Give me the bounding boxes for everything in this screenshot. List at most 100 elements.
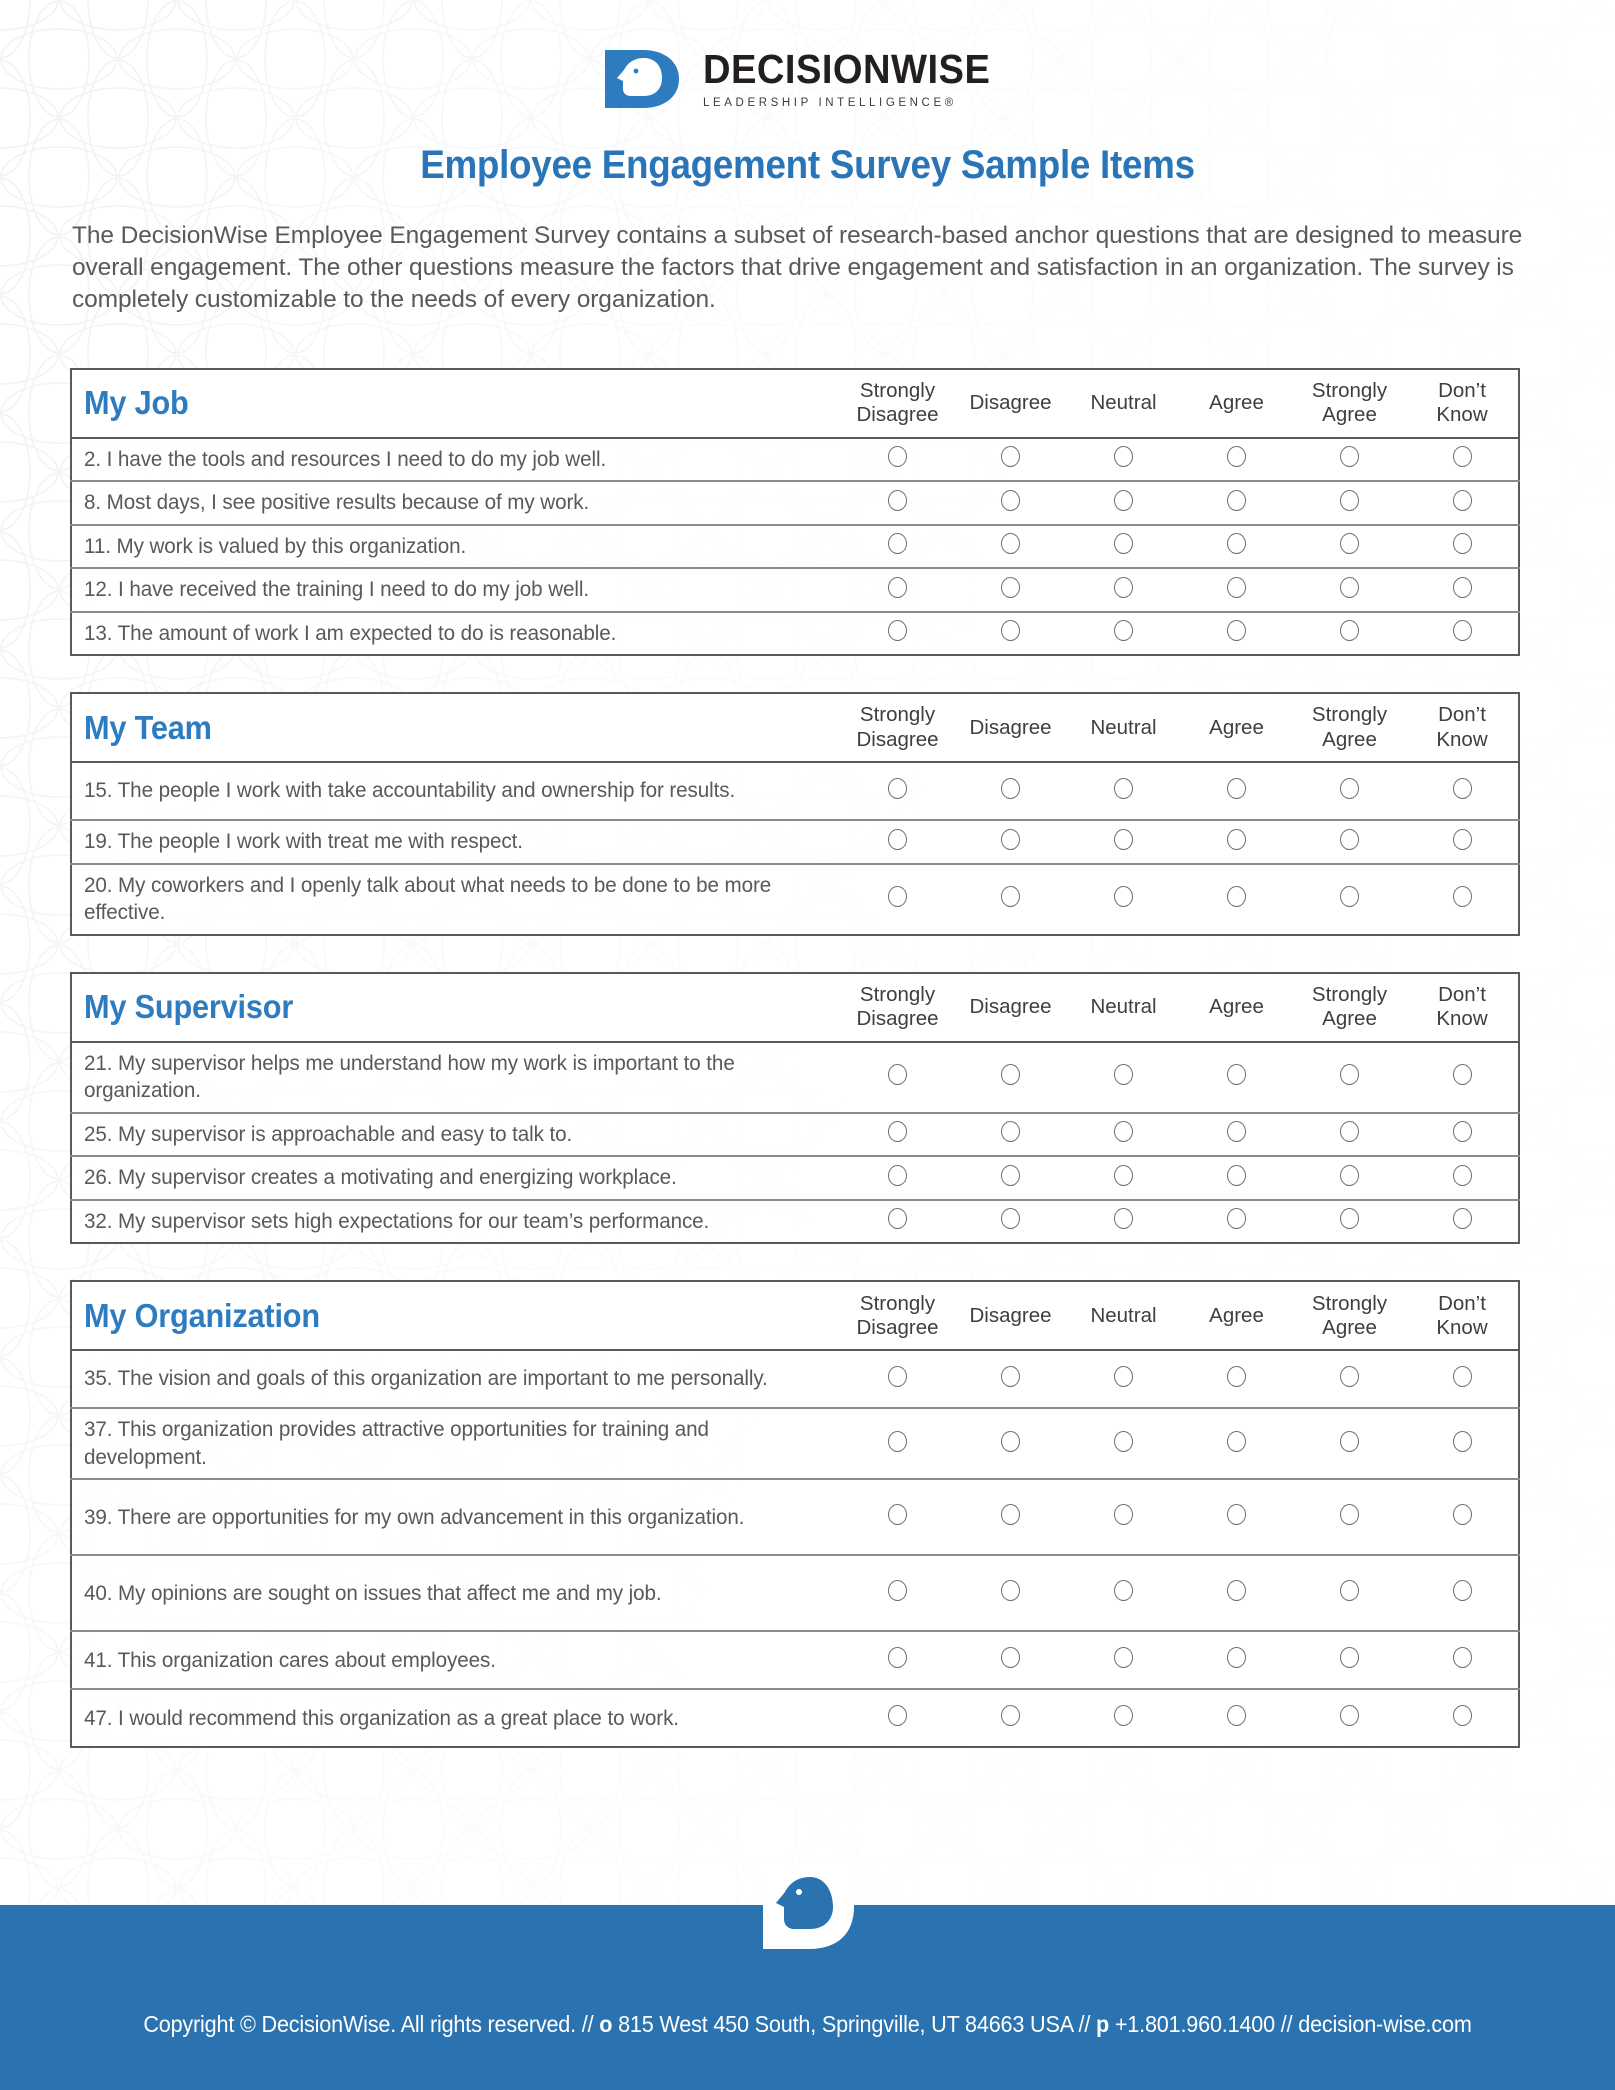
radio-cell-3[interactable] (1180, 1198, 1293, 1244)
radio-button-3[interactable] (1227, 1580, 1246, 1602)
radio-cell-1[interactable] (954, 1198, 1067, 1244)
radio-cell-0[interactable] (841, 1040, 954, 1113)
radio-button-2[interactable] (1114, 1580, 1133, 1602)
radio-button-2[interactable] (1114, 778, 1133, 800)
radio-cell-3[interactable] (1180, 1688, 1293, 1748)
radio-button-4[interactable] (1340, 1064, 1359, 1086)
radio-button-0[interactable] (888, 886, 907, 908)
radio-cell-1[interactable] (954, 1407, 1067, 1480)
radio-cell-0[interactable] (841, 480, 954, 525)
radio-button-4[interactable] (1340, 1366, 1359, 1388)
radio-button-3[interactable] (1227, 489, 1246, 511)
radio-button-1[interactable] (1001, 886, 1020, 908)
radio-cell-2[interactable] (1067, 1630, 1180, 1690)
radio-cell-3[interactable] (1180, 862, 1293, 935)
radio-button-1[interactable] (1001, 576, 1020, 598)
radio-button-2[interactable] (1114, 446, 1133, 468)
radio-button-2[interactable] (1114, 1064, 1133, 1086)
radio-button-0[interactable] (888, 828, 907, 850)
radio-button-5[interactable] (1452, 576, 1472, 598)
radio-cell-3[interactable] (1180, 761, 1293, 821)
radio-button-0[interactable] (888, 620, 907, 642)
radio-button-1[interactable] (1001, 778, 1020, 800)
radio-button-1[interactable] (1001, 1430, 1020, 1452)
radio-button-2[interactable] (1114, 1164, 1133, 1186)
radio-button-5[interactable] (1452, 1064, 1472, 1086)
radio-button-5[interactable] (1452, 1580, 1472, 1602)
radio-button-0[interactable] (888, 576, 907, 598)
radio-cell-1[interactable] (954, 1630, 1067, 1690)
radio-cell-0[interactable] (841, 1198, 954, 1244)
radio-button-4[interactable] (1340, 1504, 1359, 1526)
radio-cell-0[interactable] (841, 862, 954, 935)
radio-button-3[interactable] (1227, 576, 1246, 598)
radio-cell-1[interactable] (954, 1554, 1067, 1632)
radio-button-2[interactable] (1114, 489, 1133, 511)
radio-button-4[interactable] (1340, 778, 1359, 800)
radio-button-2[interactable] (1114, 886, 1133, 908)
radio-cell-0[interactable] (841, 819, 954, 864)
radio-cell-3[interactable] (1180, 1040, 1293, 1113)
radio-cell-0[interactable] (841, 1111, 954, 1157)
radio-cell-2[interactable] (1067, 567, 1180, 612)
radio-button-0[interactable] (888, 1208, 907, 1230)
radio-cell-2[interactable] (1067, 761, 1180, 821)
radio-cell-1[interactable] (954, 1688, 1067, 1748)
radio-cell-5[interactable] (1406, 1040, 1519, 1113)
radio-cell-3[interactable] (1180, 480, 1293, 525)
radio-button-0[interactable] (888, 1580, 907, 1602)
radio-button-3[interactable] (1227, 533, 1246, 555)
radio-button-4[interactable] (1340, 1164, 1359, 1186)
radio-cell-3[interactable] (1180, 610, 1293, 656)
radio-button-5[interactable] (1452, 1430, 1472, 1452)
radio-button-5[interactable] (1452, 533, 1472, 555)
radio-button-4[interactable] (1340, 620, 1359, 642)
radio-cell-1[interactable] (954, 523, 1067, 569)
radio-cell-1[interactable] (954, 862, 1067, 935)
radio-cell-2[interactable] (1067, 1478, 1180, 1556)
radio-cell-0[interactable] (841, 1407, 954, 1480)
radio-button-1[interactable] (1001, 1208, 1020, 1230)
radio-cell-1[interactable] (954, 1111, 1067, 1157)
radio-button-2[interactable] (1114, 828, 1133, 850)
radio-button-1[interactable] (1001, 446, 1020, 468)
radio-cell-4[interactable] (1293, 610, 1406, 656)
radio-cell-2[interactable] (1067, 1155, 1180, 1200)
radio-cell-5[interactable] (1406, 1688, 1519, 1748)
radio-button-3[interactable] (1227, 1064, 1246, 1086)
radio-cell-0[interactable] (841, 523, 954, 569)
radio-cell-3[interactable] (1180, 1111, 1293, 1157)
radio-button-5[interactable] (1452, 1647, 1472, 1669)
radio-cell-3[interactable] (1180, 523, 1293, 569)
radio-button-4[interactable] (1340, 1647, 1359, 1669)
radio-button-0[interactable] (888, 1504, 907, 1526)
radio-cell-0[interactable] (841, 436, 954, 482)
radio-button-0[interactable] (888, 1121, 907, 1143)
radio-cell-5[interactable] (1406, 1630, 1519, 1690)
radio-button-2[interactable] (1114, 1366, 1133, 1388)
radio-button-5[interactable] (1452, 1504, 1472, 1526)
radio-cell-3[interactable] (1180, 1554, 1293, 1632)
radio-button-5[interactable] (1452, 620, 1472, 642)
radio-button-4[interactable] (1340, 533, 1359, 555)
radio-cell-5[interactable] (1406, 1198, 1519, 1244)
radio-cell-4[interactable] (1293, 1349, 1406, 1409)
radio-cell-2[interactable] (1067, 436, 1180, 482)
radio-cell-1[interactable] (954, 480, 1067, 525)
radio-cell-4[interactable] (1293, 436, 1406, 482)
radio-cell-0[interactable] (841, 1630, 954, 1690)
radio-cell-4[interactable] (1293, 1198, 1406, 1244)
radio-cell-0[interactable] (841, 610, 954, 656)
radio-cell-2[interactable] (1067, 523, 1180, 569)
radio-cell-3[interactable] (1180, 567, 1293, 612)
radio-button-4[interactable] (1340, 828, 1359, 850)
radio-button-1[interactable] (1001, 1504, 1020, 1526)
radio-cell-2[interactable] (1067, 1407, 1180, 1480)
radio-cell-1[interactable] (954, 1155, 1067, 1200)
radio-cell-1[interactable] (954, 761, 1067, 821)
radio-button-3[interactable] (1227, 446, 1246, 468)
radio-button-5[interactable] (1452, 1705, 1472, 1727)
radio-cell-4[interactable] (1293, 523, 1406, 569)
radio-cell-3[interactable] (1180, 819, 1293, 864)
radio-cell-2[interactable] (1067, 1554, 1180, 1632)
